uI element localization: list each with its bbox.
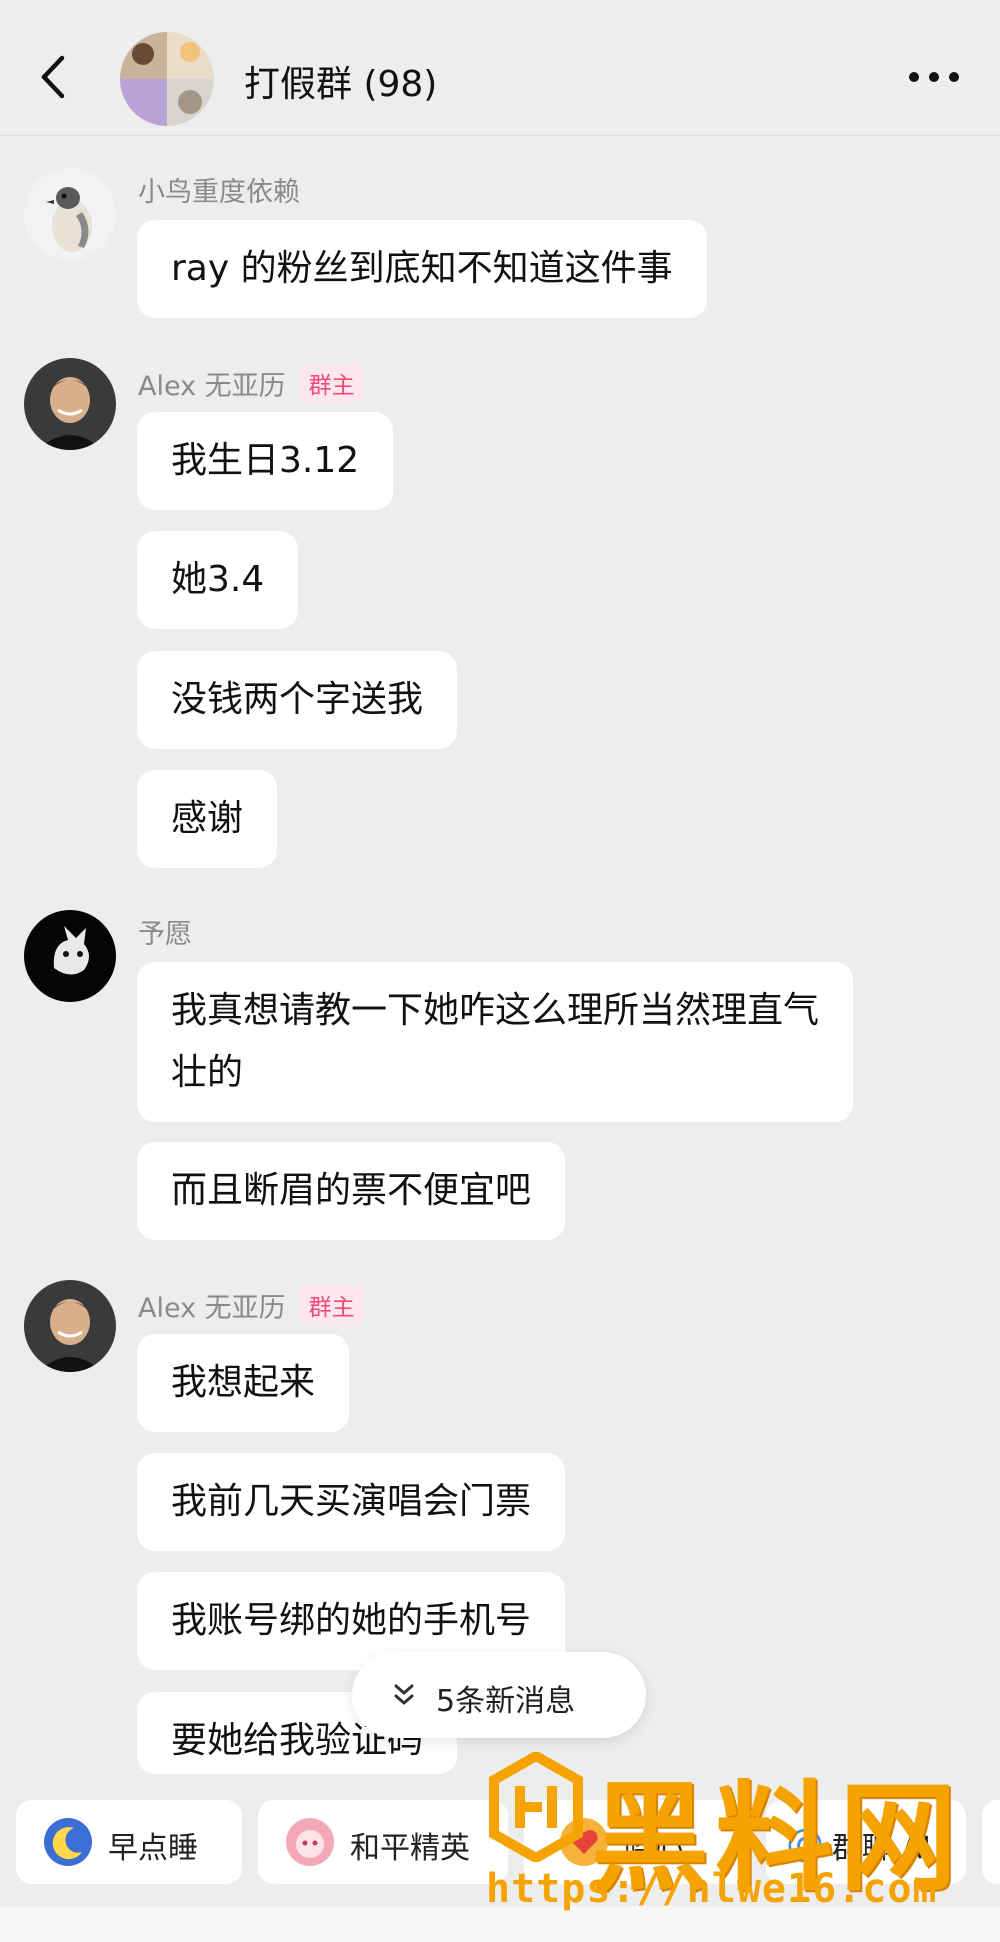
avatar[interactable] — [24, 358, 116, 450]
sender-name: 予愿 — [138, 919, 192, 950]
chat-header: 打假群 (98) — [0, 0, 1000, 136]
group-avatar[interactable] — [120, 32, 214, 126]
more-options-button[interactable] — [906, 62, 962, 92]
owner-badge: 群主 — [299, 363, 364, 403]
chevron-left-icon — [41, 55, 65, 99]
message-bubble[interactable]: 我前几天买演唱会门票 — [137, 1453, 566, 1551]
chip-peace-elite[interactable]: 和平精英 — [258, 1800, 508, 1884]
double-chevron-down-icon — [394, 1684, 414, 1705]
message-bubble[interactable]: 我生日3.12 — [137, 412, 394, 510]
more-horizontal-icon — [909, 72, 959, 82]
message-bubble[interactable]: 感谢 — [137, 770, 278, 868]
new-messages-button[interactable]: 5条新消息 — [352, 1652, 646, 1738]
chat-title: 打假群 (98) — [244, 64, 438, 105]
back-button[interactable] — [34, 52, 74, 102]
avatar[interactable] — [24, 1280, 116, 1372]
watermark-url: https://hlwe16.com — [486, 1866, 938, 1912]
message-bubble[interactable]: 我想起来 — [137, 1334, 350, 1432]
sender-name: Alex 无亚历 群主 — [138, 363, 364, 403]
owner-badge: 群主 — [299, 1285, 364, 1325]
avatar[interactable] — [24, 168, 116, 260]
moon-icon — [44, 1818, 92, 1866]
brand-logo-icon — [489, 1752, 583, 1862]
sender-name: 小鸟重度依赖 — [138, 177, 300, 208]
game-character-icon — [286, 1818, 334, 1866]
message-bubble[interactable]: ray 的粉丝到底知不知道这件事 — [137, 220, 707, 318]
message-bubble[interactable]: 没钱两个字送我 — [137, 651, 458, 749]
new-messages-label: 5条新消息 — [436, 1684, 576, 1719]
avatar[interactable] — [24, 910, 116, 1002]
chip-label: 早点睡 — [108, 1831, 198, 1866]
watermark: 黑料网 https://hlwe16.com — [486, 1742, 986, 1912]
chip-sleep-early[interactable]: 早点睡 — [16, 1800, 242, 1884]
message-bubble[interactable]: 我真想请教一下她咋这么理所当然理直气壮的 — [137, 962, 853, 1122]
message-bubble[interactable]: 她3.4 — [137, 531, 299, 629]
message-bubble[interactable]: 而且断眉的票不便宜吧 — [137, 1142, 566, 1240]
sender-name: Alex 无亚历 群主 — [138, 1285, 364, 1325]
chip-label: 和平精英 — [350, 1831, 470, 1866]
